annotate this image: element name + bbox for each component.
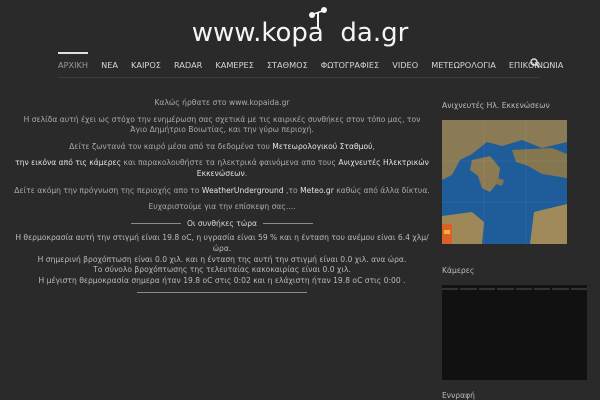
live-paragraph: Δείτε ζωντανά τον καιρό μέσα από τα δεδο… xyxy=(69,141,375,151)
conditions-heading: Οι συνθήκες τώρα xyxy=(14,219,430,230)
login-title: Εννραφή xyxy=(442,391,475,400)
site-logo[interactable]: www.kopa da.gr xyxy=(0,7,600,48)
rain-line: Η σημερινή βροχόπτωση είναι 0.0 χιλ. και… xyxy=(37,254,407,264)
conditions-title: Οι συνθήκες τώρα xyxy=(186,218,258,228)
temperature-line: Η θερμοκρασία αυτή την στιγμή είναι 19.8… xyxy=(15,233,429,253)
camera-toolbar xyxy=(442,288,587,293)
nav-item-photos[interactable]: ΦΩΤΟΓΡΑΦΙΕΣ xyxy=(321,52,379,74)
nav-item-weather[interactable]: ΚΑΙΡΟΣ xyxy=(131,52,161,74)
nav-item-video[interactable]: VIDEO xyxy=(392,52,418,74)
cameras-link[interactable]: την εικόνα από τις κάμερες xyxy=(15,158,121,167)
weatherunderground-link[interactable]: WeatherUnderground xyxy=(202,186,284,195)
meteo-link[interactable]: Meteo.gr xyxy=(300,186,334,195)
search-icon[interactable] xyxy=(530,58,540,68)
nav-item-home[interactable]: ΑΡΧΙΚΗ xyxy=(58,52,89,74)
divider-left xyxy=(130,223,181,225)
total-rain-line: Το σύνολο βροχόπτωσης της τελευταίας κακ… xyxy=(93,265,351,275)
cameras-title: Κάμερες xyxy=(442,266,475,275)
lightning-map[interactable] xyxy=(442,120,567,244)
nav-item-meteorology[interactable]: ΜΕΤΕΩΡΟΛΟΓΙΑ xyxy=(431,52,496,74)
welcome-text: Καλώς ήρθατε στο www.kopaida.gr xyxy=(154,98,290,107)
forecast-paragraph: Δείτε ακόμη την πρόγνωση της περιοχής απ… xyxy=(14,185,430,195)
nav-item-radar[interactable]: RADAR xyxy=(174,52,202,74)
station-link[interactable]: Μετεωρολογικού Σταθμού xyxy=(272,142,372,151)
nav-item-station[interactable]: ΣΤΑΘΜΟΣ xyxy=(267,52,308,74)
weather-station-icon xyxy=(309,7,327,28)
main-nav: ΑΡΧΙΚΗ ΝΕΑ ΚΑΙΡΟΣ RADAR ΚΑΜΕΡΕΣ ΣΤΑΘΜΟΣ … xyxy=(58,52,576,74)
logo-text: www.kopa da.gr xyxy=(191,18,409,48)
divider-right xyxy=(263,223,314,225)
thanks-text: Ευχαριστούμε για την επίσκεψη σας.... xyxy=(148,202,296,212)
intro-text: Η σελίδα αυτή έχει ως στόχο την ενημέρωσ… xyxy=(23,114,421,135)
lightning-title: Ανιχνευτές Ηλ. Εκκενώσεων xyxy=(442,101,550,110)
nav-item-cameras[interactable]: ΚΑΜΕΡΕΣ xyxy=(215,52,254,74)
nav-item-news[interactable]: ΝΕΑ xyxy=(101,52,118,74)
cameras-paragraph: την εικόνα από τις κάμερες και παρακολου… xyxy=(15,158,429,178)
max-min-line: Η μέγιστη θερμοκρασία σημερα ήταν 19.8 o… xyxy=(38,275,406,285)
camera-feed[interactable] xyxy=(442,285,587,380)
main-content: Καλώς ήρθατε στο www.kopaida.gr Η σελίδα… xyxy=(14,98,430,294)
bottom-divider xyxy=(137,292,307,294)
nav-divider xyxy=(58,77,540,78)
